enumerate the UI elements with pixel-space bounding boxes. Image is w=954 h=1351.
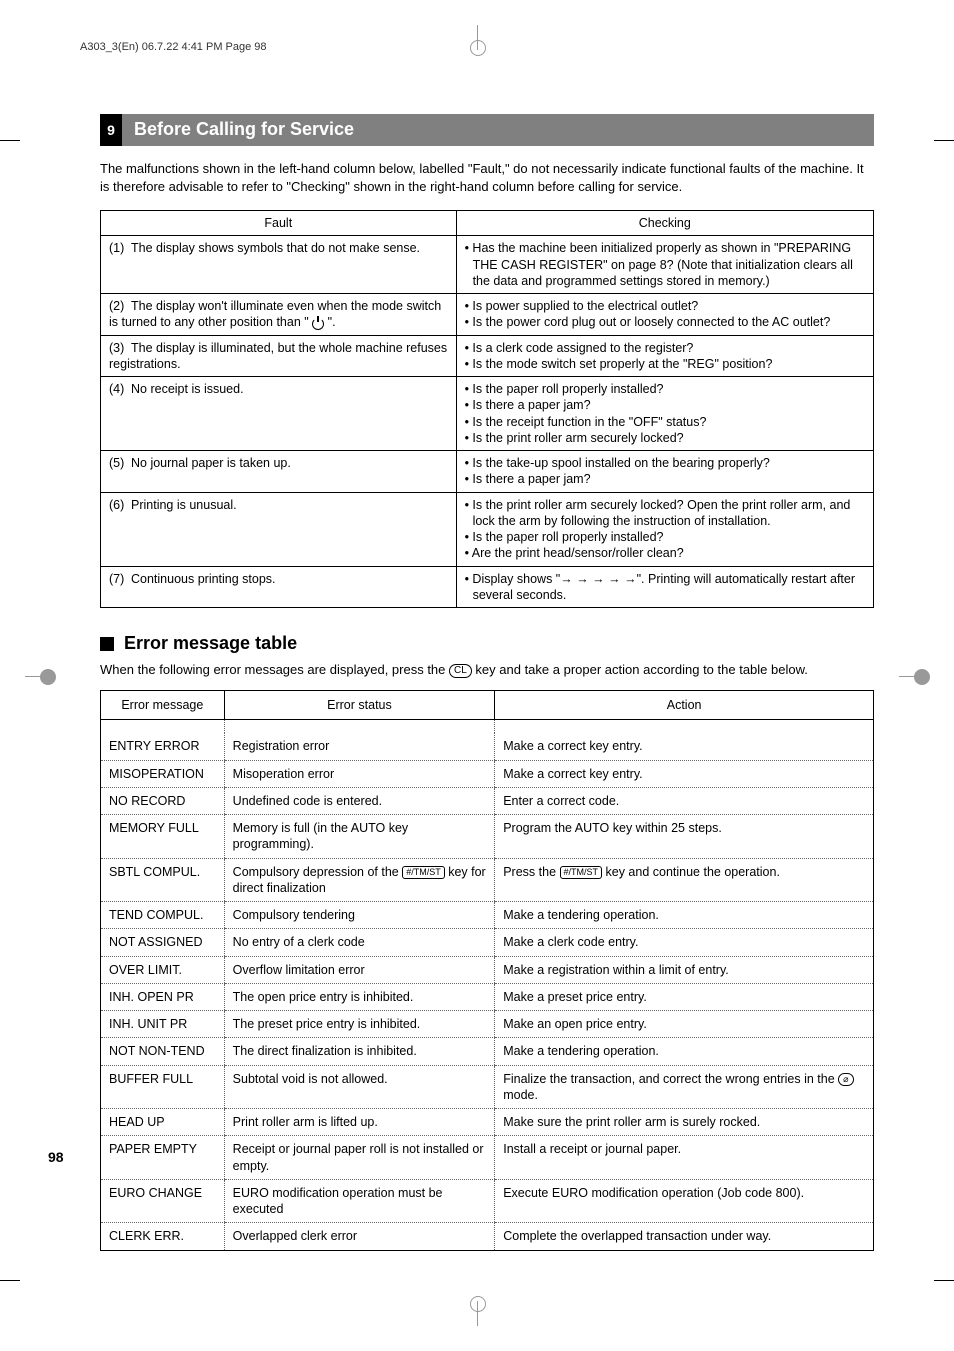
- fault-cell: (1)The display shows symbols that do not…: [101, 236, 457, 294]
- error-msg-cell: OVER LIMIT.: [101, 956, 225, 983]
- fault-table: Fault Checking (1)The display shows symb…: [100, 210, 874, 608]
- error-msg-cell: MEMORY FULL: [101, 815, 225, 859]
- section-number: 9: [100, 114, 122, 145]
- error-action-cell: Enter a correct code.: [495, 787, 874, 814]
- error-status-cell: The direct finalization is inhibited.: [224, 1038, 495, 1065]
- error-msg-cell: PAPER EMPTY: [101, 1136, 225, 1180]
- section-intro: The malfunctions shown in the left-hand …: [100, 160, 874, 196]
- error-section-title: Error message table: [124, 632, 297, 655]
- tick-mark: [0, 1280, 20, 1281]
- error-action-cell: Make an open price entry.: [495, 1011, 874, 1038]
- error-status-cell: Print roller arm is lifted up.: [224, 1109, 495, 1136]
- section-header: 9 Before Calling for Service: [100, 114, 874, 145]
- fault-cell: (6)Printing is unusual.: [101, 492, 457, 566]
- fault-cell: (7)Continuous printing stops.: [101, 566, 457, 608]
- section-title: Before Calling for Service: [122, 114, 874, 145]
- error-section-header: Error message table: [100, 632, 874, 655]
- crop-mark-right: [904, 666, 924, 686]
- checking-cell: • Is the paper roll properly installed?•…: [456, 377, 873, 451]
- error-msg-cell: NO RECORD: [101, 787, 225, 814]
- tick-mark: [0, 140, 20, 141]
- error-action-cell: Execute EURO modification operation (Job…: [495, 1179, 874, 1223]
- tmst-key-icon: #/TM/ST: [560, 866, 603, 880]
- error-msg-cell: ENTRY ERROR: [101, 733, 225, 760]
- error-status-cell: Compulsory tendering: [224, 902, 495, 929]
- tmst-key-icon: #/TM/ST: [402, 866, 445, 880]
- fault-cell: (2)The display won't illuminate even whe…: [101, 294, 457, 336]
- error-action-cell: Make sure the print roller arm is surely…: [495, 1109, 874, 1136]
- error-status-cell: Memory is full (in the AUTO key programm…: [224, 815, 495, 859]
- error-table-header-msg: Error message: [101, 690, 225, 719]
- fault-table-header-checking: Checking: [456, 211, 873, 236]
- error-table: Error message Error status Action ENTRY …: [100, 690, 874, 1251]
- error-status-cell: EURO modification operation must be exec…: [224, 1179, 495, 1223]
- error-action-cell: Make a tendering operation.: [495, 1038, 874, 1065]
- error-status-cell: No entry of a clerk code: [224, 929, 495, 956]
- checking-cell: • Display shows "→ → → → →". Printing wi…: [456, 566, 873, 608]
- crop-mark-top: [467, 30, 487, 50]
- error-msg-cell: INH. UNIT PR: [101, 1011, 225, 1038]
- error-action-cell: Program the AUTO key within 25 steps.: [495, 815, 874, 859]
- crop-mark-left: [30, 666, 50, 686]
- page-meta-header: A303_3(En) 06.7.22 4:41 PM Page 98: [80, 40, 904, 54]
- checking-cell: • Is power supplied to the electrical ou…: [456, 294, 873, 336]
- error-table-header-action: Action: [495, 690, 874, 719]
- error-msg-cell: BUFFER FULL: [101, 1065, 225, 1109]
- error-msg-cell: EURO CHANGE: [101, 1179, 225, 1223]
- error-msg-cell: SBTL COMPUL.: [101, 858, 225, 902]
- error-status-cell: Subtotal void is not allowed.: [224, 1065, 495, 1109]
- error-msg-cell: NOT NON-TEND: [101, 1038, 225, 1065]
- cl-key-icon: CL: [449, 664, 472, 678]
- error-section-intro: When the following error messages are di…: [100, 661, 874, 679]
- error-msg-cell: MISOPERATION: [101, 760, 225, 787]
- error-action-cell: Install a receipt or journal paper.: [495, 1136, 874, 1180]
- error-action-cell: Finalize the transaction, and correct th…: [495, 1065, 874, 1109]
- error-status-cell: Undefined code is entered.: [224, 787, 495, 814]
- error-status-cell: Receipt or journal paper roll is not ins…: [224, 1136, 495, 1180]
- error-status-cell: The preset price entry is inhibited.: [224, 1011, 495, 1038]
- checking-cell: • Is the take-up spool installed on the …: [456, 451, 873, 493]
- fault-table-header-fault: Fault: [101, 211, 457, 236]
- error-action-cell: Make a clerk code entry.: [495, 929, 874, 956]
- tick-mark: [934, 140, 954, 141]
- error-status-cell: Registration error: [224, 733, 495, 760]
- error-action-cell: Make a tendering operation.: [495, 902, 874, 929]
- bullet-square-icon: [100, 637, 114, 651]
- checking-cell: • Is the print roller arm securely locke…: [456, 492, 873, 566]
- error-action-cell: Make a preset price entry.: [495, 983, 874, 1010]
- error-status-cell: Overlapped clerk error: [224, 1223, 495, 1250]
- error-status-cell: Compulsory depression of the #/TM/ST key…: [224, 858, 495, 902]
- fault-cell: (4)No receipt is issued.: [101, 377, 457, 451]
- error-msg-cell: NOT ASSIGNED: [101, 929, 225, 956]
- error-action-cell: Complete the overlapped transaction unde…: [495, 1223, 874, 1250]
- error-msg-cell: INH. OPEN PR: [101, 983, 225, 1010]
- page-number: 98: [48, 1148, 64, 1166]
- fault-cell: (5)No journal paper is taken up.: [101, 451, 457, 493]
- error-status-cell: Overflow limitation error: [224, 956, 495, 983]
- error-action-cell: Make a registration within a limit of en…: [495, 956, 874, 983]
- checking-cell: • Is a clerk code assigned to the regist…: [456, 335, 873, 377]
- crop-mark-bottom: [467, 1301, 487, 1321]
- checking-cell: • Has the machine been initialized prope…: [456, 236, 873, 294]
- power-icon: [312, 317, 324, 329]
- error-action-cell: Make a correct key entry.: [495, 733, 874, 760]
- tick-mark: [934, 1280, 954, 1281]
- error-table-header-status: Error status: [224, 690, 495, 719]
- void-key-icon: ⌀: [838, 1073, 853, 1087]
- error-status-cell: The open price entry is inhibited.: [224, 983, 495, 1010]
- error-msg-cell: CLERK ERR.: [101, 1223, 225, 1250]
- error-action-cell: Make a correct key entry.: [495, 760, 874, 787]
- error-msg-cell: TEND COMPUL.: [101, 902, 225, 929]
- error-action-cell: Press the #/TM/ST key and continue the o…: [495, 858, 874, 902]
- error-msg-cell: HEAD UP: [101, 1109, 225, 1136]
- error-status-cell: Misoperation error: [224, 760, 495, 787]
- fault-cell: (3)The display is illuminated, but the w…: [101, 335, 457, 377]
